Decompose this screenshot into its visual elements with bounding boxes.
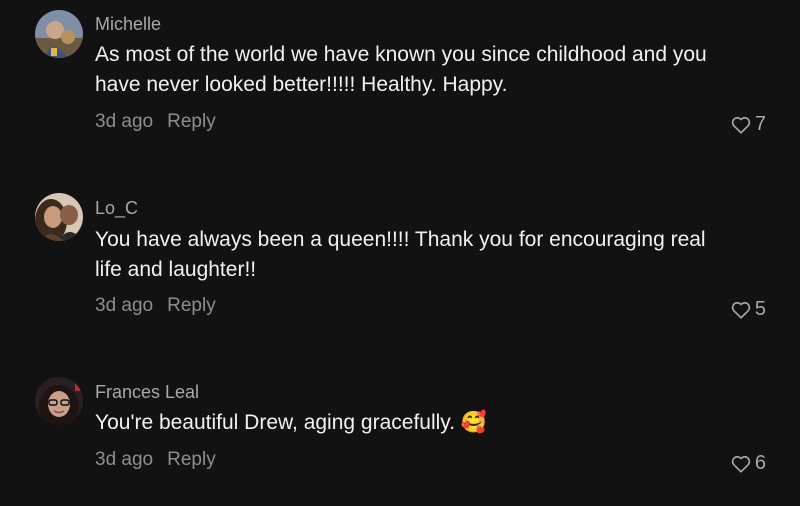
comment-username[interactable]: Frances Leal [95, 382, 199, 403]
avatar[interactable] [35, 10, 83, 58]
avatar[interactable] [35, 377, 83, 425]
like-count: 6 [754, 452, 766, 474]
comment-meta: 3d ago Reply [95, 111, 216, 133]
like-button[interactable]: 7 [731, 113, 766, 136]
reply-button[interactable]: Reply [167, 449, 216, 470]
comment-text: You have always been a queen!!!! Thank y… [95, 228, 706, 281]
like-count: 5 [754, 298, 766, 320]
comment-text: As most of the world we have known you s… [95, 43, 707, 96]
avatar[interactable] [35, 193, 83, 241]
comment-text: You're beautiful Drew, aging gracefully.… [95, 411, 488, 434]
reply-button[interactable]: Reply [167, 111, 216, 132]
reply-button[interactable]: Reply [167, 295, 216, 316]
comment-username[interactable]: Michelle [95, 14, 161, 35]
comment-timestamp: 3d ago [95, 111, 154, 132]
heart-outline-icon [731, 116, 751, 134]
like-button[interactable]: 6 [731, 452, 766, 475]
like-button[interactable]: 5 [731, 298, 766, 321]
heart-outline-icon [731, 301, 751, 319]
comment-meta: 3d ago Reply [95, 295, 216, 317]
comment-username[interactable]: Lo_C [95, 198, 138, 219]
comment-timestamp: 3d ago [95, 295, 154, 316]
comment-timestamp: 3d ago [95, 449, 154, 470]
heart-outline-icon [731, 455, 751, 473]
comment-meta: 3d ago Reply [95, 449, 216, 471]
like-count: 7 [754, 113, 766, 135]
